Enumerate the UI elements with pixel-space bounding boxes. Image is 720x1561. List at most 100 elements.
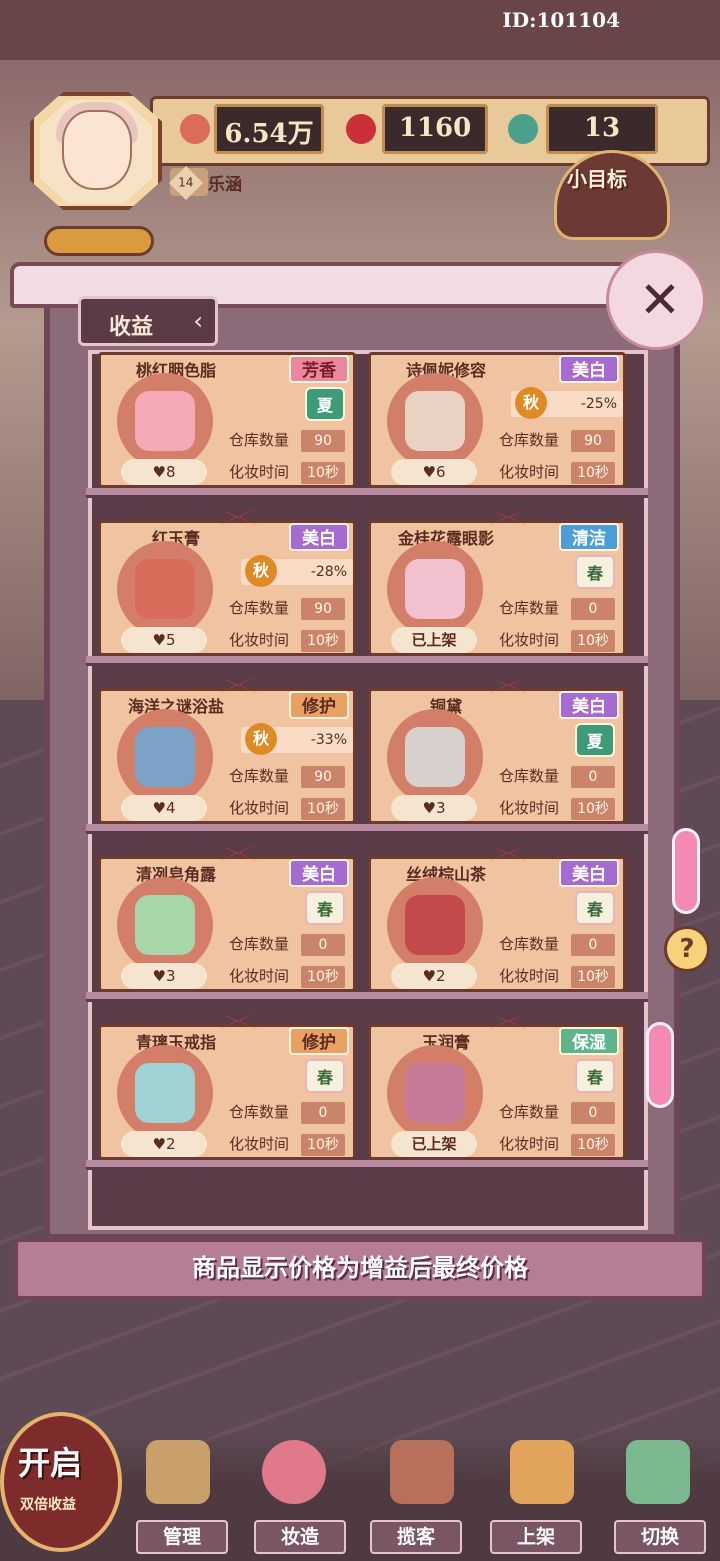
- time-label: 化妆时间: [499, 631, 560, 649]
- stock-row: 仓库数量 0: [499, 765, 615, 788]
- time-label: 化妆时间: [229, 799, 290, 817]
- stock-label: 仓库数量: [499, 935, 560, 953]
- nav-label-shelve[interactable]: 上架: [490, 1520, 582, 1554]
- time-row: 化妆时间 10秒: [229, 797, 345, 820]
- product-price: 2: [435, 967, 446, 985]
- product-price: 3: [435, 799, 446, 817]
- stock-value: 90: [301, 766, 345, 788]
- shelf-board: [86, 488, 648, 498]
- product-image: [135, 1063, 195, 1123]
- product-price: 2: [165, 1135, 176, 1153]
- time-label: 化妆时间: [229, 631, 290, 649]
- stock-label: 仓库数量: [229, 431, 290, 449]
- level-badge: 14: [169, 166, 208, 200]
- stock-value: 90: [301, 430, 345, 452]
- stock-value: 90: [571, 430, 615, 452]
- product-price: 4: [165, 799, 176, 817]
- player-name: 乐涵: [208, 175, 242, 195]
- product-image: [135, 727, 195, 787]
- time-row: 化妆时间 10秒: [499, 797, 615, 820]
- bonus-percent: -33%: [310, 732, 347, 748]
- stock-value: 90: [301, 598, 345, 620]
- nav-item-manage[interactable]: [128, 1440, 228, 1526]
- token-counter[interactable]: 13: [546, 104, 658, 154]
- time-label: 化妆时间: [229, 463, 290, 481]
- effect-tag: 美白: [559, 691, 619, 719]
- time-value: 10秒: [301, 1134, 345, 1156]
- product-card[interactable]: 玉润膏 已上架 保湿春仓库数量 0 化妆时间 10秒: [368, 1024, 626, 1160]
- close-icon: ✕: [639, 271, 681, 329]
- product-card[interactable]: 金桂花露眼影 已上架 清洁春仓库数量 0 化妆时间 10秒: [368, 520, 626, 656]
- product-image: [135, 559, 195, 619]
- time-value: 10秒: [571, 462, 615, 484]
- on-shelf-badge: 已上架: [391, 1131, 477, 1157]
- nav-item-makeup[interactable]: [244, 1440, 344, 1526]
- product-image: [405, 1063, 465, 1123]
- time-label: 化妆时间: [499, 1135, 560, 1153]
- effect-tag: 保湿: [559, 1027, 619, 1055]
- product-image: [405, 391, 465, 451]
- nav-label-switch[interactable]: 切换: [614, 1520, 706, 1554]
- nav-item-switch[interactable]: [608, 1440, 708, 1526]
- price-pill: ♥8: [121, 459, 207, 485]
- time-value: 10秒: [301, 966, 345, 988]
- signpost-icon: [390, 1440, 454, 1504]
- avatar[interactable]: [62, 110, 132, 190]
- product-card[interactable]: 海洋之谜浴盐 ♥4 修护秋 -33% 仓库数量 90 化妆时间 10秒: [98, 688, 356, 824]
- time-value: 10秒: [571, 798, 615, 820]
- product-card[interactable]: 铜黛 ♥3 美白夏仓库数量 0 化妆时间 10秒: [368, 688, 626, 824]
- map-icon: [626, 1440, 690, 1504]
- nav-item-attract[interactable]: [372, 1440, 472, 1526]
- price-pill: ♥3: [121, 963, 207, 989]
- product-image: [405, 559, 465, 619]
- product-card[interactable]: 桃红胭色脂 ♥8 芳香夏仓库数量 90 化妆时间 10秒: [98, 352, 356, 488]
- lantern-tube: [672, 828, 700, 914]
- on-shelf-badge: 已上架: [391, 627, 477, 653]
- coin-counter[interactable]: 6.54万: [214, 104, 324, 154]
- nav-label-manage[interactable]: 管理: [136, 1520, 228, 1554]
- income-tab-label: 收益: [109, 315, 154, 340]
- stock-value: 0: [301, 1102, 345, 1124]
- time-label: 化妆时间: [499, 463, 560, 481]
- nav-label-attract[interactable]: 揽客: [370, 1520, 462, 1554]
- time-row: 化妆时间 10秒: [499, 461, 615, 484]
- time-row: 化妆时间 10秒: [229, 965, 345, 988]
- gem-value: 1160: [398, 113, 472, 143]
- nav-item-shelve[interactable]: [492, 1440, 592, 1526]
- product-price: 8: [165, 463, 176, 481]
- stock-label: 仓库数量: [229, 767, 290, 785]
- nav-label-makeup[interactable]: 妆造: [254, 1520, 346, 1554]
- double-income-line2: 双倍收益: [20, 1497, 76, 1513]
- season-bonus: 秋 -33%: [241, 723, 353, 755]
- product-card[interactable]: 丝绒棕山茶 ♥2 美白春仓库数量 0 化妆时间 10秒: [368, 856, 626, 992]
- close-button[interactable]: ✕: [606, 250, 706, 350]
- shelf-board: [86, 1160, 648, 1170]
- double-income-button[interactable]: 开启 双倍收益: [0, 1412, 122, 1552]
- time-row: 化妆时间 10秒: [499, 1133, 615, 1156]
- makeup-icon: [262, 1440, 326, 1504]
- stock-row: 仓库数量 0: [499, 933, 615, 956]
- season-badge: 春: [305, 891, 345, 925]
- product-card[interactable]: 红玉膏 ♥5 美白秋 -28% 仓库数量 90 化妆时间 10秒: [98, 520, 356, 656]
- gem-counter[interactable]: 1160: [382, 104, 488, 154]
- token-icon: [508, 114, 538, 144]
- price-pill: ♥2: [391, 963, 477, 989]
- income-tab[interactable]: 收益 ‹: [78, 296, 218, 346]
- season-bonus: 秋 -25%: [511, 387, 623, 419]
- stock-label: 仓库数量: [229, 935, 290, 953]
- stock-row: 仓库数量 0: [229, 1101, 345, 1124]
- product-price: 3: [165, 967, 176, 985]
- price-pill: ♥2: [121, 1131, 207, 1157]
- stock-row: 仓库数量 90: [229, 429, 345, 452]
- product-card[interactable]: 青璃玉戒指 ♥2 修护春仓库数量 0 化妆时间 10秒: [98, 1024, 356, 1160]
- stock-value: 0: [571, 766, 615, 788]
- scroll-icon[interactable]: [44, 226, 154, 256]
- product-card[interactable]: 清冽皂角露 ♥3 美白春仓库数量 0 化妆时间 10秒: [98, 856, 356, 992]
- help-button[interactable]: ?: [664, 926, 710, 972]
- stock-row: 仓库数量 0: [229, 933, 345, 956]
- time-value: 10秒: [301, 462, 345, 484]
- effect-tag: 清洁: [559, 523, 619, 551]
- bonus-percent: -28%: [310, 564, 347, 580]
- product-card[interactable]: 诗佩妮修容 ♥6 美白秋 -25% 仓库数量 90 化妆时间 10秒: [368, 352, 626, 488]
- season-badge: 春: [305, 1059, 345, 1093]
